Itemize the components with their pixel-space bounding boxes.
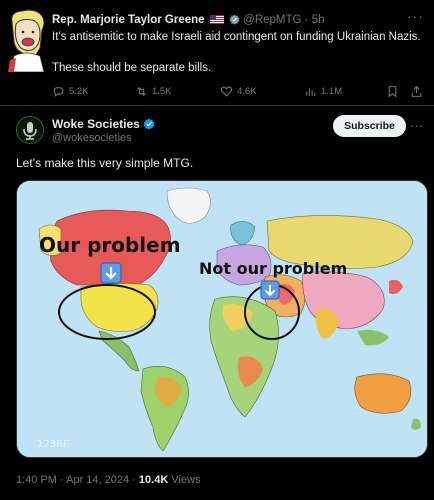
post-author-line: Woke Societies — [52, 117, 155, 131]
bookmark-icon — [388, 86, 397, 98]
like-button[interactable]: 4.6K — [220, 85, 257, 98]
reply-button[interactable]: 5.2K — [52, 85, 89, 98]
quoted-more-options-icon[interactable]: ··· — [407, 8, 424, 24]
post-text: Let’s make this very simple MTG. — [16, 156, 194, 170]
post-timestamp[interactable]: 1:40 PM · Apr 14, 2024 · — [16, 474, 139, 486]
us-flag-icon — [209, 15, 224, 24]
down-arrow-icon-left — [100, 262, 122, 284]
quoted-author-handle[interactable]: @RepMTG — [243, 14, 301, 26]
post-views-label: Views — [168, 474, 201, 486]
repost-count: 1.5K — [152, 86, 172, 97]
blue-verified-badge-icon — [143, 118, 155, 130]
gray-verified-badge-icon — [229, 14, 240, 25]
post-author-handle[interactable]: @wokesocieties — [52, 132, 132, 144]
world-map-image[interactable]: 123RF Our problem Not our problem — [16, 180, 428, 458]
quoted-author-name[interactable]: Rep. Marjorie Taylor Greene — [52, 14, 205, 26]
bookmark-button[interactable] — [386, 85, 399, 98]
post-author-name[interactable]: Woke Societies — [52, 117, 140, 131]
subscribe-button[interactable]: Subscribe — [333, 115, 406, 137]
share-icon — [411, 85, 422, 97]
wojak-avatar[interactable] — [6, 8, 48, 73]
tweet-divider — [0, 105, 434, 106]
views-button[interactable]: 1.1M — [304, 85, 342, 98]
map-label-not-our-problem: Not our problem — [199, 259, 348, 278]
heart-icon — [220, 86, 233, 97]
post-footer: 1:40 PM · Apr 14, 2024 · 10.4K Views — [16, 474, 200, 486]
views-count: 1.1M — [321, 86, 343, 97]
woke-societies-avatar[interactable] — [16, 116, 44, 144]
quoted-header: Rep. Marjorie Taylor Greene @RepMTG · 5h — [52, 14, 325, 26]
repost-button[interactable]: 1.5K — [135, 85, 172, 98]
quoted-text-line1: It’s antisemitic to make Israeli aid con… — [52, 31, 421, 43]
like-count: 4.6K — [237, 86, 257, 97]
quoted-text-line2: These should be separate bills. — [52, 62, 212, 74]
reply-count: 5.2K — [69, 86, 89, 97]
quoted-timestamp[interactable]: · 5h — [305, 14, 325, 26]
post-views-count: 10.4K — [138, 474, 169, 486]
repost-icon — [137, 86, 146, 97]
down-arrow-icon-right — [260, 280, 280, 300]
analytics-icon — [306, 88, 316, 96]
share-button[interactable] — [410, 85, 423, 98]
map-label-our-problem: Our problem — [39, 233, 181, 257]
post-more-options-icon[interactable]: ··· — [410, 118, 423, 133]
world-map-illustration: 123RF — [17, 181, 427, 457]
svg-text:123RF: 123RF — [37, 439, 69, 450]
reply-icon — [53, 87, 64, 97]
